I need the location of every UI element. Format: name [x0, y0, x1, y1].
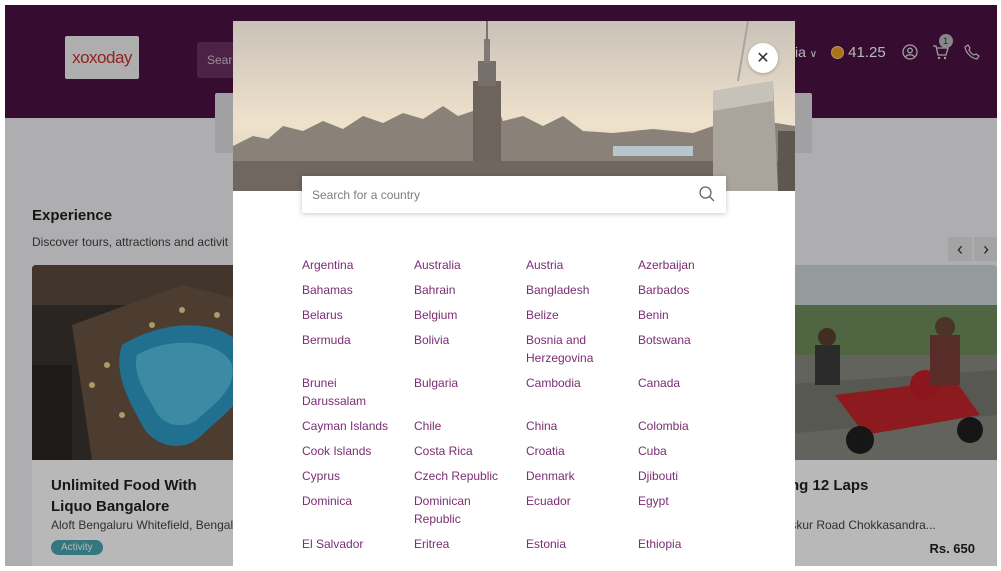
- country-search-field: [302, 176, 726, 213]
- country-option[interactable]: Canada: [638, 374, 750, 410]
- country-option[interactable]: Costa Rica: [414, 442, 526, 460]
- country-option[interactable]: Ethiopia: [638, 535, 750, 553]
- country-option[interactable]: Barbados: [638, 281, 750, 299]
- page: xoxoday Sear ia ∨ 41.25 1 Experience Dis…: [5, 5, 997, 566]
- country-option[interactable]: Belarus: [302, 306, 414, 324]
- country-option[interactable]: Cambodia: [526, 374, 638, 410]
- country-option[interactable]: Cayman Islands: [302, 417, 414, 435]
- country-option[interactable]: Czech Republic: [414, 467, 526, 485]
- country-option[interactable]: Cuba: [638, 442, 750, 460]
- country-option[interactable]: Cook Islands: [302, 442, 414, 460]
- country-option[interactable]: Colombia: [638, 417, 750, 435]
- country-option[interactable]: Azerbaijan: [638, 256, 750, 274]
- country-option[interactable]: Denmark: [526, 467, 638, 485]
- country-option[interactable]: Argentina: [302, 256, 414, 274]
- country-search-input[interactable]: [302, 176, 672, 213]
- country-option[interactable]: Belgium: [414, 306, 526, 324]
- country-option[interactable]: Bahrain: [414, 281, 526, 299]
- country-list: Argentina Australia Austria Azerbaijan Baham…: [302, 256, 752, 553]
- country-option[interactable]: Cyprus: [302, 467, 414, 485]
- country-option[interactable]: El Salvador: [302, 535, 414, 553]
- country-option[interactable]: China: [526, 417, 638, 435]
- country-option[interactable]: Bosnia and Herzegovina: [526, 331, 638, 367]
- country-option[interactable]: Bangladesh: [526, 281, 638, 299]
- country-option[interactable]: Eritrea: [414, 535, 526, 553]
- country-option[interactable]: Austria: [526, 256, 638, 274]
- country-option[interactable]: Egypt: [638, 492, 750, 528]
- country-option[interactable]: Ecuador: [526, 492, 638, 528]
- country-option[interactable]: Croatia: [526, 442, 638, 460]
- country-option[interactable]: Australia: [414, 256, 526, 274]
- country-option[interactable]: Bermuda: [302, 331, 414, 367]
- country-option[interactable]: Belize: [526, 306, 638, 324]
- country-option[interactable]: Benin: [638, 306, 750, 324]
- country-option[interactable]: Bahamas: [302, 281, 414, 299]
- country-option[interactable]: Bolivia: [414, 331, 526, 367]
- country-picker-modal: ✕ ArgentinaAustraliaAustriaAzerbaijan Bah…: [233, 21, 795, 566]
- country-option[interactable]: Dominica: [302, 492, 414, 528]
- close-icon[interactable]: ✕: [748, 43, 778, 73]
- country-option[interactable]: Botswana: [638, 331, 750, 367]
- city-skyline-banner: [233, 21, 795, 191]
- search-icon[interactable]: [698, 185, 716, 203]
- country-option[interactable]: Brunei Darussalam: [302, 374, 414, 410]
- country-option[interactable]: Djibouti: [638, 467, 750, 485]
- country-option[interactable]: Chile: [414, 417, 526, 435]
- country-option[interactable]: Bulgaria: [414, 374, 526, 410]
- country-option[interactable]: Estonia: [526, 535, 638, 553]
- country-option[interactable]: Dominican Republic: [414, 492, 526, 528]
